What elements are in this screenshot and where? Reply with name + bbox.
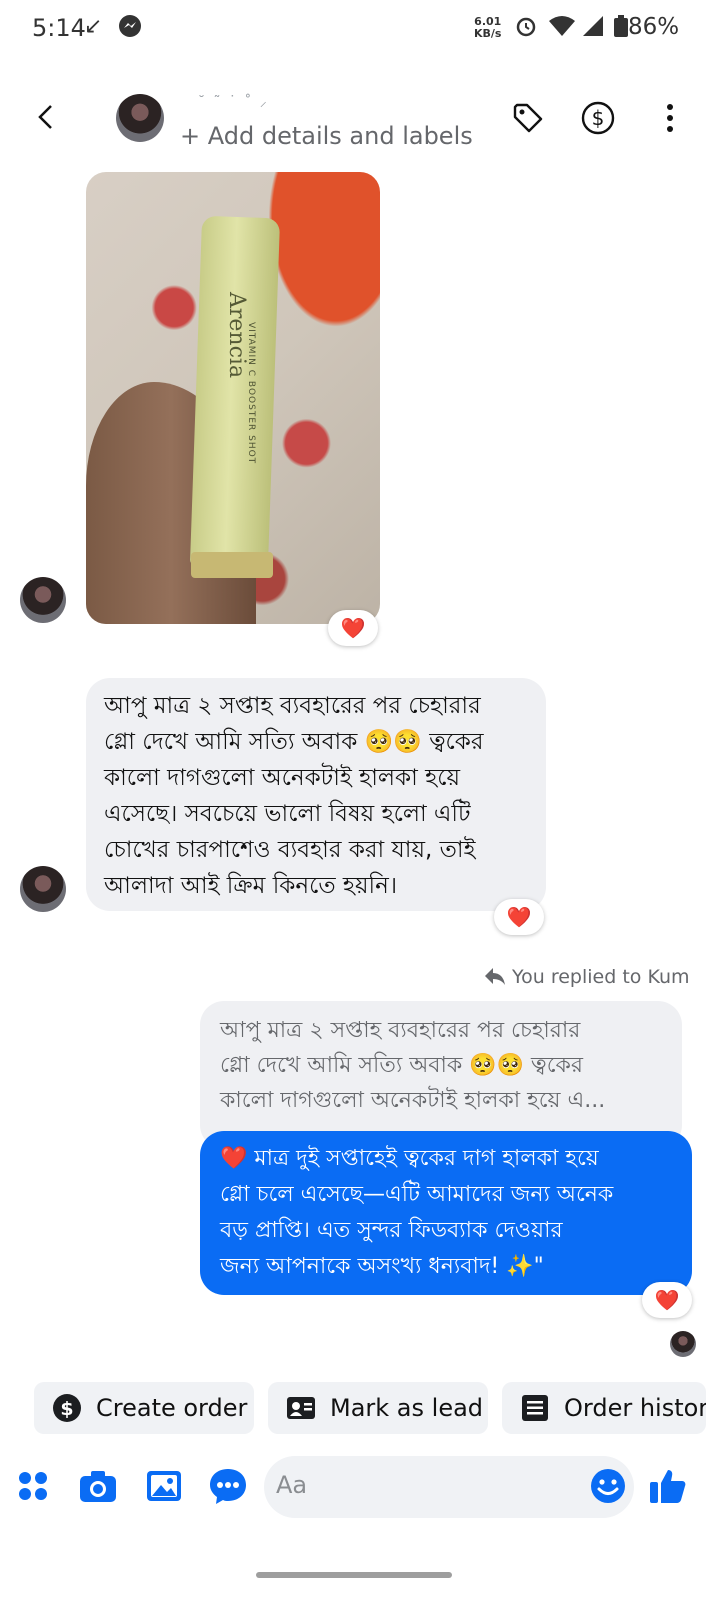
reply-label-text: You replied to Kum xyxy=(512,966,690,988)
order-history-label: Order history xyxy=(564,1394,706,1422)
network-speed-unit: KB/s xyxy=(474,27,502,40)
reaction-badge[interactable]: ❤️ xyxy=(494,899,544,935)
battery-indicator: 86% xyxy=(614,14,679,40)
camera-icon[interactable] xyxy=(78,1466,118,1506)
dollar-icon[interactable]: $ xyxy=(578,98,618,138)
reply-icon xyxy=(485,968,505,985)
add-details-link[interactable]: + Add details and labels xyxy=(180,122,473,150)
photo-product-tube xyxy=(189,215,281,569)
back-icon[interactable] xyxy=(30,100,64,134)
reply-indicator: You replied to Kum xyxy=(484,966,690,988)
photo-product-label: VITAMIN C BOOSTER SHOT xyxy=(246,322,256,465)
gallery-icon[interactable] xyxy=(144,1466,184,1506)
quoted-message-bubble[interactable]: আপু মাত্র ২ সপ্তাহ ব্যবহারের পর চেহারার … xyxy=(200,1001,682,1149)
contact-avatar[interactable] xyxy=(116,94,164,142)
quoted-line: আপু মাত্র ২ সপ্তাহ ব্যবহারের পর চেহারার xyxy=(220,1018,581,1043)
mark-as-lead-button[interactable]: Mark as lead xyxy=(268,1382,488,1434)
apps-icon[interactable] xyxy=(14,1466,54,1506)
quoted-line: কালো দাগগুলো অনেকটাই হালকা হয়ে এ... xyxy=(220,1088,606,1113)
status-time: 5:14 xyxy=(32,14,86,42)
message-line: গ্লো চলে এসেছে—এটি আমাদের জন্য অনেক xyxy=(220,1182,614,1207)
dollar-circle-icon: $ xyxy=(53,1394,81,1422)
photo-product-cap xyxy=(191,552,273,578)
heart-icon: ❤️ xyxy=(506,905,532,929)
message-line: আপু মাত্র ২ সপ্তাহ ব্যবহারের পর চেহারার xyxy=(104,693,481,719)
message-line: বড় প্রাপ্তি। এত সুন্দর ফিডব্যাক দেওয়ার xyxy=(220,1218,563,1243)
heart-icon: ❤️ xyxy=(340,616,366,640)
message-line: এসেছে। সবচেয়ে ভালো বিষয় হলো এটি xyxy=(104,801,471,827)
sender-avatar[interactable] xyxy=(20,577,66,623)
tag-icon[interactable] xyxy=(508,98,548,138)
message-line: গ্লো দেখে আমি সত্যি অবাক 🥺🥺 ত্বকের xyxy=(104,729,484,755)
emoji-icon[interactable] xyxy=(588,1466,628,1506)
message-line: আলাদা আই ক্রিম কিনতে হয়নি। xyxy=(104,873,398,899)
message-composer: Aa xyxy=(0,1448,720,1528)
svg-text:$: $ xyxy=(592,106,605,130)
reaction-badge[interactable]: ❤️ xyxy=(642,1282,692,1318)
svg-text:$: $ xyxy=(60,1398,73,1420)
like-icon[interactable] xyxy=(648,1466,688,1506)
message-input-placeholder: Aa xyxy=(276,1471,308,1499)
more-icon[interactable] xyxy=(650,98,690,138)
incoming-message-bubble[interactable]: আপু মাত্র ২ সপ্তাহ ব্যবহারের পর চেহারার … xyxy=(86,678,546,911)
create-order-button[interactable]: $ Create order xyxy=(34,1382,254,1434)
missed-call-icon: ↙ xyxy=(84,14,103,39)
contact-card-icon xyxy=(287,1397,315,1419)
sender-avatar[interactable] xyxy=(20,866,66,912)
outgoing-message-bubble[interactable]: ❤️ মাত্র দুই সপ্তাহেই ত্বকের দাগ হালকা হ… xyxy=(200,1131,692,1295)
message-line: ❤️ মাত্র দুই সপ্তাহেই ত্বকের দাগ হালকা হ… xyxy=(220,1146,599,1171)
message-input[interactable]: Aa xyxy=(264,1456,634,1518)
battery-level: 86% xyxy=(628,14,680,40)
create-order-label: Create order xyxy=(96,1394,248,1422)
heart-icon: ❤️ xyxy=(654,1288,680,1312)
chat-bubble-icon[interactable] xyxy=(208,1466,248,1506)
network-speed: 6.01 KB/s xyxy=(474,16,501,40)
contact-name[interactable]: ˘ ˜ ˙ ˚ ⸝ xyxy=(198,92,269,111)
reaction-badge[interactable]: ❤️ xyxy=(328,610,378,646)
order-history-button[interactable]: Order history xyxy=(502,1382,706,1434)
message-line: জন্য আপনাকে অসংখ্য ধন্যবাদ! ✨" xyxy=(220,1254,544,1279)
signal-icon xyxy=(582,14,604,44)
alarm-icon xyxy=(514,14,538,44)
wifi-icon xyxy=(548,14,576,44)
message-line: কালো দাগগুলো অনেকটাই হালকা হয়ে xyxy=(104,765,460,791)
conversation-header: ˘ ˜ ˙ ˚ ⸝ + Add details and labels $ xyxy=(0,70,720,170)
list-document-icon xyxy=(522,1395,548,1421)
quoted-line: গ্লো দেখে আমি সত্যি অবাক 🥺🥺 ত্বকের xyxy=(220,1053,584,1078)
message-line: চোখের চারপাশেও ব্যবহার করা যায়, তাই xyxy=(104,837,476,863)
mark-as-lead-label: Mark as lead xyxy=(330,1394,484,1422)
home-indicator[interactable] xyxy=(256,1572,452,1578)
messenger-icon xyxy=(118,14,142,44)
product-photo[interactable]: Arencia VITAMIN C BOOSTER SHOT xyxy=(86,172,380,624)
status-bar: 5:14 ↙ 6.01 KB/s 86% xyxy=(0,0,720,62)
seen-avatar xyxy=(670,1331,696,1357)
